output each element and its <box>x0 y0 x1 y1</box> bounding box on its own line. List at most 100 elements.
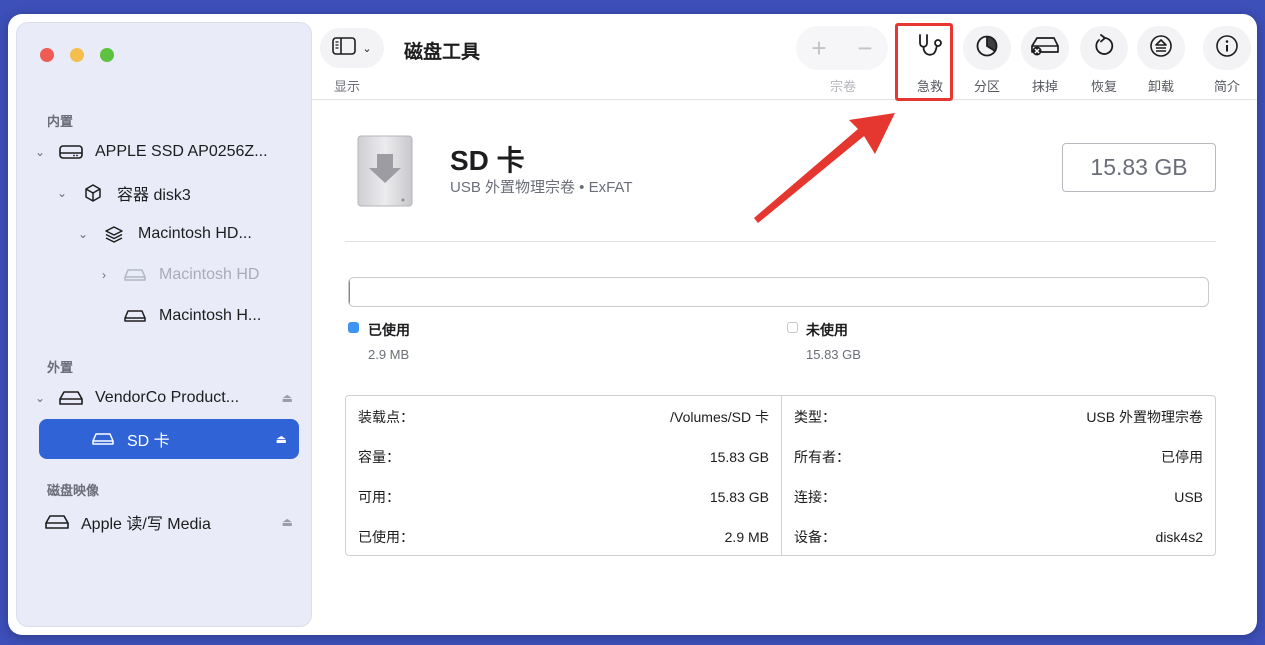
sidebar-item-label: Macintosh HD... <box>138 225 252 242</box>
drive-icon <box>123 306 147 326</box>
eject-icon[interactable]: ⏏ <box>276 432 287 446</box>
info-key: 设备： <box>794 529 836 545</box>
add-volume-button[interactable]: + <box>811 33 826 64</box>
page-title: 磁盘工具 <box>404 42 481 63</box>
info-key: 可用： <box>358 489 400 505</box>
free-legend-label: 未使用 <box>806 322 848 338</box>
restore-button[interactable] <box>1080 26 1128 70</box>
sidebar-item-vendorco[interactable]: ⌄ VendorCo Product... ⏏ <box>33 380 305 416</box>
info-value: /Volumes/SD 卡 <box>670 409 769 425</box>
unmount-label: 卸载 <box>1147 79 1174 94</box>
container-cube-icon <box>81 183 105 203</box>
used-legend-value: 2.9 MB <box>368 347 410 362</box>
info-icon <box>1215 34 1239 63</box>
unmount-button[interactable] <box>1137 26 1185 70</box>
external-drive-icon <box>59 388 83 408</box>
used-legend-dot <box>348 322 359 333</box>
eject-icon <box>1149 34 1173 63</box>
annotation-highlight-box <box>895 23 953 101</box>
volume-stack-icon <box>102 224 126 244</box>
partition-button[interactable] <box>963 26 1011 70</box>
usage-bar <box>348 277 1209 307</box>
table-row: 连接： USB <box>782 477 1215 517</box>
table-row: 设备： disk4s2 <box>782 517 1215 557</box>
zoom-window-button[interactable] <box>100 48 114 62</box>
disk-subtitle: USB 外置物理宗卷 • ExFAT <box>450 179 633 196</box>
sidebar-item-sd-card[interactable]: SD 卡 ⏏ <box>39 419 299 459</box>
info-label: 简介 <box>1213 79 1240 94</box>
volume-label: 宗卷 <box>830 79 857 94</box>
info-value: disk4s2 <box>1155 529 1203 545</box>
eject-icon[interactable]: ⏏ <box>282 391 293 405</box>
info-table: 装载点： /Volumes/SD 卡 容量： 15.83 GB 可用： 15.8… <box>345 395 1216 556</box>
sidebar-item-macintosh-h-data[interactable]: Macintosh H... <box>97 298 305 334</box>
info-value: USB 外置物理宗卷 <box>1086 409 1203 425</box>
used-legend-label: 已使用 <box>368 322 410 338</box>
close-window-button[interactable] <box>40 48 54 62</box>
erase-button[interactable] <box>1021 26 1069 70</box>
sidebar: 内置 ⌄ APPLE SSD AP0256Z... ⌄ 容器 disk3 ⌄ M… <box>16 22 312 627</box>
table-row: 容量： 15.83 GB <box>346 437 781 477</box>
partition-label: 分区 <box>973 79 1000 94</box>
remove-volume-button[interactable]: − <box>857 33 872 64</box>
sidebar-item-macintosh-hd-group[interactable]: ⌄ Macintosh HD... <box>76 216 305 252</box>
info-key: 容量： <box>358 449 400 465</box>
disk-size-badge: 15.83 GB <box>1062 143 1216 192</box>
chevron-down-icon[interactable]: ⌄ <box>33 145 47 159</box>
table-row: 类型： USB 外置物理宗卷 <box>782 397 1215 437</box>
info-value: 15.83 GB <box>709 489 769 505</box>
view-label: 显示 <box>334 79 361 94</box>
restore-label: 恢复 <box>1090 79 1117 94</box>
toolbar: ⌄ 显示 磁盘工具 + − 宗卷 急救 分区 抹掉 恢复 卸载 简介 <box>312 14 1257 100</box>
sidebar-item-label: SD 卡 <box>127 433 170 450</box>
free-legend-dot <box>787 322 798 333</box>
divider <box>345 241 1216 242</box>
chevron-down-icon[interactable]: ⌄ <box>33 391 47 405</box>
info-key: 连接： <box>794 489 836 505</box>
info-key: 已使用： <box>358 529 414 545</box>
chevron-down-icon[interactable]: ⌄ <box>55 186 69 200</box>
volume-button-group: + − <box>796 26 888 70</box>
sidebar-item-label: 容器 disk3 <box>117 187 191 204</box>
section-external: 外置 <box>47 360 74 375</box>
info-key: 装载点： <box>358 409 414 425</box>
external-drive-icon <box>45 512 69 532</box>
info-column-right: 类型： USB 外置物理宗卷 所有者： 已停用 连接： USB 设备： disk… <box>782 396 1215 555</box>
sidebar-item-macintosh-hd[interactable]: › Macintosh HD <box>97 257 305 293</box>
internal-drive-icon <box>59 142 83 162</box>
sidebar-item-label: Macintosh HD <box>159 266 260 283</box>
minimize-window-button[interactable] <box>70 48 84 62</box>
info-value: 已停用 <box>1161 449 1203 465</box>
sidebar-item-apple-media[interactable]: Apple 读/写 Media ⏏ <box>39 504 305 540</box>
pie-chart-icon <box>975 34 999 63</box>
sidebar-item-apple-ssd[interactable]: ⌄ APPLE SSD AP0256Z... <box>33 134 305 170</box>
chevron-down-icon[interactable]: ⌄ <box>76 227 90 241</box>
eject-icon[interactable]: ⏏ <box>282 515 293 529</box>
info-value: 2.9 MB <box>724 529 769 545</box>
sidebar-item-label: VendorCo Product... <box>95 389 240 406</box>
drive-icon <box>123 265 147 285</box>
section-disk-images: 磁盘映像 <box>47 483 100 498</box>
disk-name: SD 卡 <box>450 145 525 176</box>
table-row: 可用： 15.83 GB <box>346 477 781 517</box>
sidebar-toggle-icon <box>332 36 357 60</box>
section-internal: 内置 <box>47 114 74 129</box>
info-button[interactable] <box>1203 26 1251 70</box>
view-toggle-button[interactable]: ⌄ <box>320 28 384 68</box>
erase-disk-icon <box>1030 35 1060 62</box>
table-row: 所有者： 已停用 <box>782 437 1215 477</box>
sd-card-disk-icon <box>356 134 414 208</box>
restore-icon <box>1092 33 1116 63</box>
table-row: 已使用： 2.9 MB <box>346 517 781 557</box>
info-key: 所有者： <box>794 449 850 465</box>
sidebar-item-container[interactable]: ⌄ 容器 disk3 <box>55 175 305 211</box>
chevron-right-icon[interactable]: › <box>97 268 111 282</box>
info-value: USB <box>1174 489 1203 505</box>
erase-label: 抹掉 <box>1031 79 1058 94</box>
chevron-down-icon: ⌄ <box>362 42 372 55</box>
free-legend-value: 15.83 GB <box>806 347 861 362</box>
table-row: 装载点： /Volumes/SD 卡 <box>346 397 781 437</box>
sidebar-item-label: APPLE SSD AP0256Z... <box>95 143 268 160</box>
info-value: 15.83 GB <box>709 449 769 465</box>
info-key: 类型： <box>794 409 836 425</box>
